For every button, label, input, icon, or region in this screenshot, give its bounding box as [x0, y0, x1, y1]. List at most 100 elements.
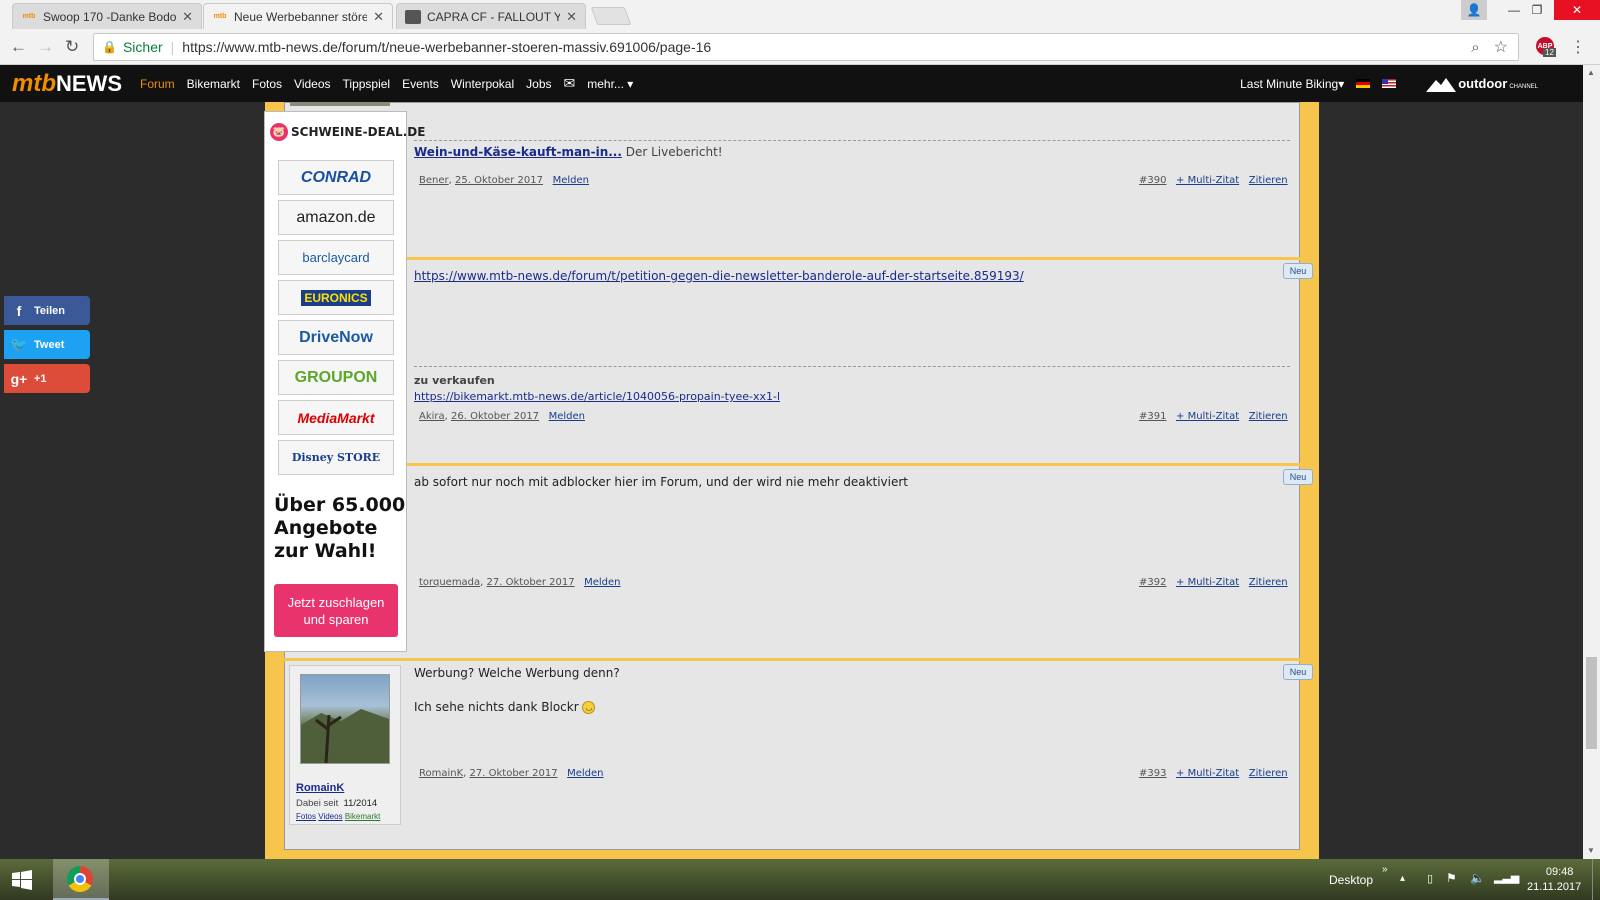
url-text[interactable]: https://www.mtb-news.de/forum/t/neue-wer… — [182, 39, 711, 55]
post-date[interactable]: 27. Oktober 2017 — [487, 577, 575, 588]
twitter-tweet-button[interactable]: 🐦 Tweet — [4, 330, 90, 359]
petition-link[interactable]: https://www.mtb-news.de/forum/t/petition… — [414, 269, 1024, 283]
signature: https://bikemarkt.mtb-news.de/article/10… — [414, 390, 780, 403]
post-date[interactable]: 27. Oktober 2017 — [470, 768, 558, 779]
report-link[interactable]: Melden — [553, 175, 589, 186]
post-date[interactable]: 26. Oktober 2017 — [451, 411, 539, 422]
author-link[interactable]: torquemada — [419, 577, 480, 588]
close-icon[interactable]: ✕ — [182, 9, 193, 25]
flag-notification-icon[interactable]: ⚑ — [1446, 871, 1457, 885]
multi-quote-link[interactable]: + Multi-Zitat — [1176, 411, 1239, 422]
tab-capra[interactable]: CAPRA CF - FALLOUT YE ✕ — [396, 3, 586, 29]
multi-quote-link[interactable]: + Multi-Zitat — [1176, 768, 1239, 779]
scroll-up-icon[interactable]: ▲ — [1587, 68, 1595, 77]
post-number[interactable]: #393 — [1139, 768, 1166, 779]
post-date[interactable]: 25. Oktober 2017 — [455, 175, 543, 186]
quote-link[interactable]: Zitieren — [1249, 577, 1288, 588]
close-icon[interactable]: ✕ — [566, 9, 577, 25]
close-icon[interactable]: ✕ — [373, 9, 384, 25]
post-number[interactable]: #392 — [1139, 577, 1166, 588]
bookmark-star-icon[interactable]: ☆ — [1494, 37, 1508, 57]
post-number[interactable]: #391 — [1139, 411, 1166, 422]
signature-link[interactable]: Wein-und-Käse-kauft-man-in... — [414, 145, 622, 159]
brand-barclaycard[interactable]: barclaycard — [278, 240, 394, 275]
close-window-button[interactable]: ✕ — [1554, 0, 1600, 20]
quote-link[interactable]: Zitieren — [1249, 411, 1288, 422]
battery-icon[interactable]: ▯ — [1427, 872, 1433, 885]
profile-icon[interactable]: 👤 — [1461, 0, 1487, 20]
joined-info: Dabei seit 11/2014 — [296, 798, 378, 809]
brand-drivenow[interactable]: DriveNow — [278, 320, 394, 355]
report-link[interactable]: Melden — [567, 768, 603, 779]
nav-videos[interactable]: Videos — [294, 77, 330, 91]
multi-quote-link[interactable]: + Multi-Zitat — [1176, 577, 1239, 588]
back-icon[interactable]: ← — [10, 37, 27, 57]
outdoor-channel-logo[interactable]: outdoor CHANNEL — [1426, 76, 1538, 92]
scroll-down-icon[interactable]: ▼ — [1587, 846, 1595, 855]
nav-forum[interactable]: Forum — [140, 77, 175, 91]
site-logo[interactable]: mtb NEWS — [12, 70, 122, 98]
desktop-toolbar-label[interactable]: Desktop — [1329, 873, 1373, 887]
user-videos-link[interactable]: Videos — [318, 812, 342, 821]
new-badge: Neu — [1283, 263, 1313, 279]
tab-werbebanner[interactable]: mtb Neue Werbebanner störe ✕ — [203, 3, 393, 29]
nav-jobs[interactable]: Jobs — [526, 77, 551, 91]
brand-conrad[interactable]: CONRAD — [278, 160, 394, 195]
signature-divider — [414, 140, 1290, 141]
author-link[interactable]: RomainK — [419, 768, 463, 779]
nav-bikemarkt[interactable]: Bikemarkt — [187, 77, 240, 91]
brand-amazon[interactable]: amazon.de — [278, 200, 394, 235]
nav-fotos[interactable]: Fotos — [252, 77, 282, 91]
avatar[interactable] — [300, 674, 390, 764]
user-info-panel: RomainK Dabei seit 11/2014 Fotos Videos … — [289, 665, 401, 825]
user-fotos-link[interactable]: Fotos — [296, 812, 316, 821]
scrollbar-thumb[interactable] — [1586, 657, 1597, 749]
author-link[interactable]: Akira — [419, 411, 445, 422]
quote-link[interactable]: Zitieren — [1249, 768, 1288, 779]
post-number[interactable]: #390 — [1139, 175, 1166, 186]
ad-cta-button[interactable]: Jetzt zuschlagen und sparen — [274, 584, 398, 637]
omnibox[interactable]: 🔒 Sicher | https://www.mtb-news.de/forum… — [93, 33, 1519, 61]
flag-us-icon[interactable] — [1382, 79, 1397, 88]
nav-tippspiel[interactable]: Tippspiel — [343, 77, 391, 91]
report-link[interactable]: Melden — [584, 577, 620, 588]
author-link[interactable]: Bener — [419, 175, 449, 186]
new-tab-button[interactable] — [590, 7, 632, 25]
advertisement-banner[interactable]: 🐷 SCHWEINE-DEAL.DE CONRAD amazon.de barc… — [264, 111, 425, 652]
chevron-up-icon[interactable]: ▴ — [1400, 873, 1405, 884]
username-link[interactable]: RomainK — [296, 782, 344, 794]
reload-icon[interactable]: ↻ — [65, 37, 79, 57]
signature: Wein-und-Käse-kauft-man-in... Der Livebe… — [414, 145, 723, 159]
nav-events[interactable]: Events — [402, 77, 439, 91]
facebook-share-button[interactable]: f Teilen — [4, 296, 90, 325]
user-bikemarkt-link[interactable]: Bikemarkt — [345, 812, 381, 821]
post-meta: torquemada, 27. Oktober 2017 Melden — [419, 577, 621, 588]
menu-icon[interactable]: ⋮ — [1570, 37, 1586, 57]
zoom-icon[interactable]: ⌕ — [1471, 39, 1479, 56]
show-desktop-button[interactable] — [1592, 859, 1600, 900]
brand-mediamarkt[interactable]: MediaMarkt — [278, 400, 394, 435]
secure-label: Sicher — [122, 39, 163, 55]
nav-last-minute-biking[interactable]: Last Minute Biking▾ — [1240, 77, 1344, 91]
nav-more[interactable]: mehr... ▾ — [587, 77, 633, 91]
nav-winterpokal[interactable]: Winterpokal — [451, 77, 514, 91]
multi-quote-link[interactable]: + Multi-Zitat — [1176, 175, 1239, 186]
network-icon[interactable]: ▂▃▅ — [1494, 871, 1519, 884]
volume-icon[interactable]: 🔈 — [1470, 871, 1485, 885]
forward-icon[interactable]: → — [37, 37, 54, 57]
tab-swoop[interactable]: mtb Swoop 170 -Danke Bodo ✕ — [12, 3, 202, 29]
chrome-taskbar-button[interactable] — [53, 859, 109, 900]
brand-euronics[interactable]: EURONICS — [278, 280, 394, 315]
flag-de-icon[interactable] — [1356, 79, 1371, 88]
googleplus-button[interactable]: g+ +1 — [4, 364, 90, 393]
windows-start-icon[interactable] — [12, 870, 32, 890]
vertical-scrollbar[interactable]: ▲ ▼ — [1583, 65, 1600, 859]
chevron-double-icon[interactable]: » — [1382, 864, 1388, 875]
mail-icon[interactable]: ✉ — [564, 75, 576, 92]
signature-link[interactable]: https://bikemarkt.mtb-news.de/article/10… — [414, 390, 780, 403]
brand-groupon[interactable]: GROUPON — [278, 360, 394, 395]
clock[interactable]: 09:48 21.11.2017 — [1527, 865, 1581, 895]
report-link[interactable]: Melden — [549, 411, 585, 422]
brand-disney-store[interactable]: Disney STORE — [278, 440, 394, 475]
quote-link[interactable]: Zitieren — [1249, 175, 1288, 186]
